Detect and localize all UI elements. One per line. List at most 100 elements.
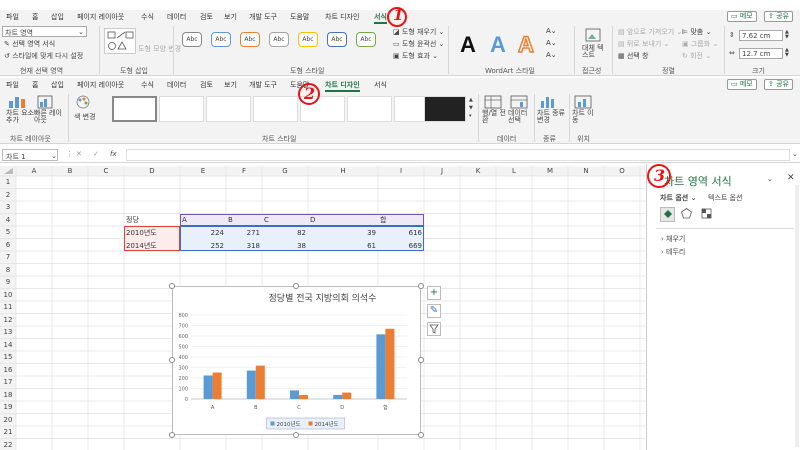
- move-chart-button[interactable]: 차트 이동: [572, 95, 596, 131]
- col-header-b[interactable]: B: [52, 166, 88, 176]
- resize-handle[interactable]: [169, 432, 175, 438]
- chart-title[interactable]: 정당별 전국 지방의회 의석수: [269, 293, 377, 304]
- tab-chart-design[interactable]: 차트 디자인: [325, 12, 359, 22]
- text-outline-button[interactable]: A⌄: [546, 39, 557, 47]
- shape-fill-button[interactable]: ◪ 도형 채우기 ⌄: [393, 27, 444, 37]
- tab-insert[interactable]: 삽입: [51, 12, 64, 22]
- bar[interactable]: [255, 365, 265, 399]
- tab-file[interactable]: 파일: [6, 12, 19, 22]
- row-header[interactable]: 8: [0, 266, 16, 274]
- text-effects-button[interactable]: A⌄: [546, 51, 557, 59]
- row-header[interactable]: 16: [0, 366, 16, 374]
- switch-row-col-button[interactable]: 행/열 전환: [482, 95, 506, 131]
- col-header-c[interactable]: C: [88, 166, 124, 176]
- tab-formulas[interactable]: 수식: [141, 12, 154, 22]
- formula-expand-icon[interactable]: ⌄: [792, 150, 798, 158]
- align-button[interactable]: ⊫ 맞춤 ⌄: [682, 27, 711, 37]
- bar[interactable]: [290, 390, 299, 399]
- chart-style-3[interactable]: [206, 96, 251, 122]
- col-header-l[interactable]: L: [496, 166, 532, 176]
- format-selection-button[interactable]: ✎ 선택 영역 서식: [4, 39, 55, 49]
- shape-style-6[interactable]: Abc: [327, 32, 347, 47]
- tab-home[interactable]: 홈: [32, 12, 38, 22]
- cell-2014-sum[interactable]: 669: [378, 241, 422, 251]
- chart-styles-button[interactable]: ✎: [427, 304, 441, 318]
- row-header[interactable]: 2: [0, 191, 16, 199]
- table-header-c[interactable]: C: [264, 215, 269, 225]
- tab-view-2[interactable]: 보기: [224, 80, 237, 90]
- quick-layout-button[interactable]: 빠른 레이아웃: [34, 95, 64, 131]
- row-header[interactable]: 12: [0, 316, 16, 324]
- text-fill-button[interactable]: A⌄: [546, 27, 557, 35]
- alt-text-button[interactable]: 대체 텍스트: [580, 28, 606, 62]
- table-header-d[interactable]: D: [310, 215, 315, 225]
- formula-input[interactable]: [126, 149, 790, 161]
- cell-2010-sum[interactable]: 616: [378, 228, 422, 238]
- size-properties-category[interactable]: [700, 207, 715, 222]
- row-header[interactable]: 11: [0, 303, 16, 311]
- shape-style-7[interactable]: Abc: [356, 32, 376, 47]
- col-header-i[interactable]: I: [378, 166, 424, 176]
- shapes-gallery[interactable]: [104, 28, 136, 54]
- row-header[interactable]: 3: [0, 203, 16, 211]
- chart-style-4[interactable]: [253, 96, 298, 122]
- shape-style-5[interactable]: Abc: [298, 32, 318, 47]
- change-colors-button[interactable]: 색 변경: [72, 95, 102, 131]
- height-spinner[interactable]: ▲ ▼: [785, 30, 789, 40]
- bar[interactable]: [246, 370, 256, 399]
- select-data-button[interactable]: 데이터 선택: [508, 95, 532, 131]
- bar[interactable]: [203, 375, 213, 399]
- shape-style-4[interactable]: Abc: [269, 32, 289, 47]
- col-header-g[interactable]: G: [262, 166, 308, 176]
- tab-file-2[interactable]: 파일: [6, 80, 19, 90]
- shape-style-3[interactable]: Abc: [240, 32, 260, 47]
- chart-elements-button[interactable]: +: [427, 286, 441, 300]
- chart-area[interactable]: 정당별 전국 지방의회 의석수 0 100 200 300 400 500 600 700 800…: [172, 286, 421, 435]
- row-header[interactable]: 19: [0, 403, 16, 411]
- col-header-e[interactable]: E: [180, 166, 226, 176]
- wordart-black[interactable]: A: [460, 32, 476, 58]
- tab-home-2[interactable]: 홈: [32, 80, 38, 90]
- resize-handle[interactable]: [293, 432, 299, 438]
- selection-pane-button[interactable]: ▦ 선택 창: [618, 51, 648, 61]
- row-header[interactable]: 1: [0, 178, 16, 186]
- tab-review[interactable]: 검토: [200, 12, 213, 22]
- row-header[interactable]: 22: [0, 441, 16, 449]
- tab-page-layout[interactable]: 페이지 레이아웃: [77, 12, 124, 22]
- wordart-orange-outline[interactable]: A: [517, 31, 534, 58]
- cell-2010-a[interactable]: 224: [180, 228, 224, 238]
- tab-format-2[interactable]: 서식: [374, 80, 387, 90]
- tab-text-options[interactable]: 텍스트 옵션: [708, 193, 742, 203]
- share-button[interactable]: ⇪ 공유: [764, 11, 793, 22]
- bar[interactable]: [299, 395, 308, 399]
- reset-style-button[interactable]: ↺ 스타일에 맞게 다시 설정: [4, 51, 83, 61]
- shape-outline-button[interactable]: ▭ 도형 윤곽선 ⌄: [393, 39, 444, 49]
- name-box[interactable]: 차트 1 ⌄: [2, 149, 58, 161]
- row-header[interactable]: 20: [0, 416, 16, 424]
- row-label-2014[interactable]: 2014년도: [126, 241, 157, 251]
- width-spinner[interactable]: ▲ ▼: [785, 48, 789, 58]
- chart-style-6[interactable]: [347, 96, 392, 122]
- resize-handle[interactable]: [169, 283, 175, 289]
- height-input[interactable]: 7.62 cm: [739, 30, 783, 41]
- enter-icon[interactable]: ✓: [93, 150, 99, 158]
- col-header-d[interactable]: D: [124, 166, 180, 176]
- resize-handle[interactable]: [293, 283, 299, 289]
- fx-icon[interactable]: fx: [110, 150, 117, 158]
- resize-handle[interactable]: [169, 357, 175, 363]
- tab-page-layout-2[interactable]: 페이지 레이아웃: [77, 80, 124, 90]
- share-button-2[interactable]: ⇪ 공유: [764, 79, 793, 90]
- col-header-j[interactable]: J: [424, 166, 460, 176]
- col-header-o[interactable]: O: [604, 166, 640, 176]
- row-header[interactable]: 21: [0, 428, 16, 436]
- cell-2014-a[interactable]: 252: [180, 241, 224, 251]
- memo-button[interactable]: ▭ 메모: [727, 11, 757, 22]
- cell-2014-d[interactable]: 61: [308, 241, 376, 251]
- chart-style-8[interactable]: [424, 96, 466, 122]
- row-header[interactable]: 10: [0, 291, 16, 299]
- effects-category[interactable]: [680, 207, 695, 222]
- tab-chart-options[interactable]: 차트 옵션 ⌄: [660, 193, 697, 203]
- tab-formulas-2[interactable]: 수식: [141, 80, 154, 90]
- row-header[interactable]: 7: [0, 253, 16, 261]
- width-input[interactable]: 12.7 cm: [739, 48, 783, 59]
